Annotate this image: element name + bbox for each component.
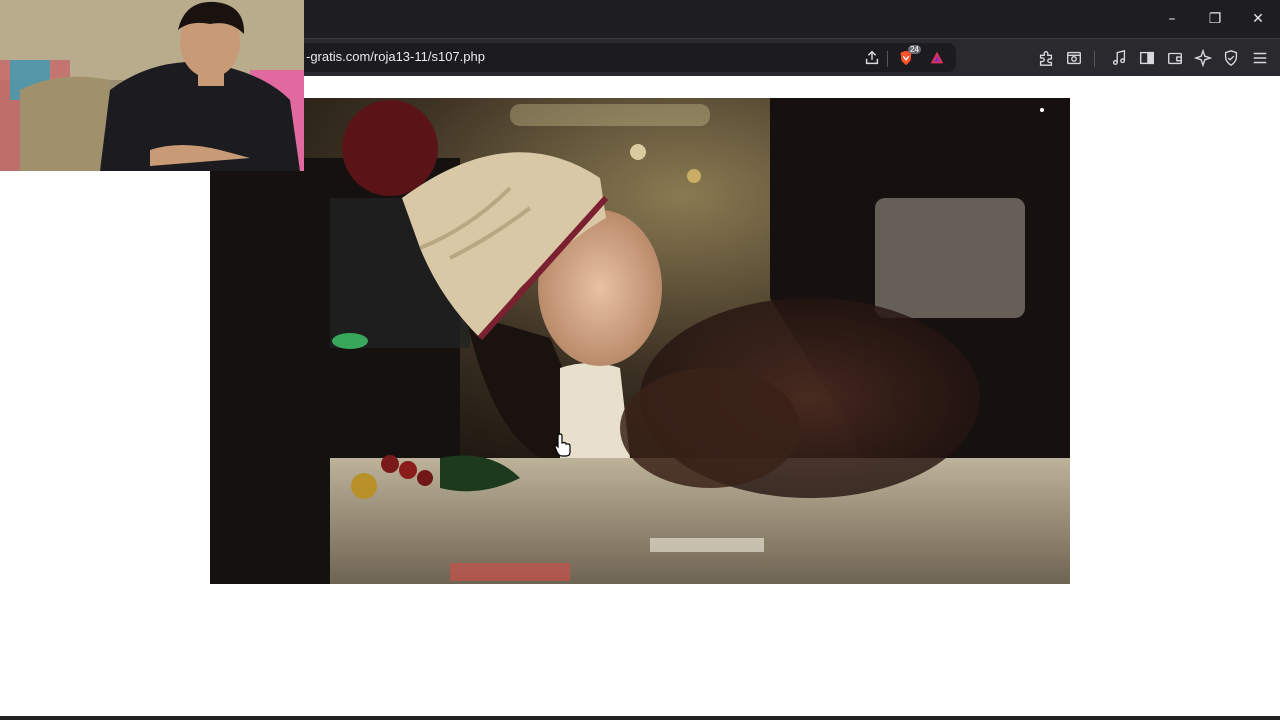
webcam-feed: [0, 0, 304, 171]
toolbar-separator: [887, 51, 888, 67]
close-button[interactable]: ✕: [1236, 0, 1280, 38]
share-icon[interactable]: [862, 48, 882, 68]
screenshot-icon[interactable]: [1064, 48, 1084, 68]
media-icon[interactable]: [1109, 48, 1129, 68]
indicator-dot: [1040, 108, 1044, 112]
hand-cursor-icon: [554, 433, 571, 457]
video-frame: [210, 98, 1070, 584]
address-bar[interactable]: -gratis.com/roja13-11/s107.php: [240, 43, 956, 72]
webcam-overlay: [0, 0, 304, 171]
toolbar-separator: [1094, 51, 1095, 67]
taskbar-edge: [0, 716, 1280, 720]
minimize-button[interactable]: –: [1150, 0, 1194, 38]
leo-ai-icon[interactable]: [1193, 48, 1213, 68]
url-text[interactable]: -gratis.com/roja13-11/s107.php: [306, 49, 485, 64]
menu-icon[interactable]: [1250, 48, 1270, 68]
extensions-icon[interactable]: [1036, 48, 1056, 68]
wallet-icon[interactable]: [1165, 48, 1185, 68]
brave-rewards-icon[interactable]: [927, 48, 947, 68]
vpn-icon[interactable]: [1221, 48, 1241, 68]
restore-button[interactable]: ❐: [1193, 0, 1237, 38]
shield-count-badge: 24: [908, 45, 921, 54]
sidebar-icon[interactable]: [1137, 48, 1157, 68]
video-player[interactable]: [210, 98, 1070, 584]
